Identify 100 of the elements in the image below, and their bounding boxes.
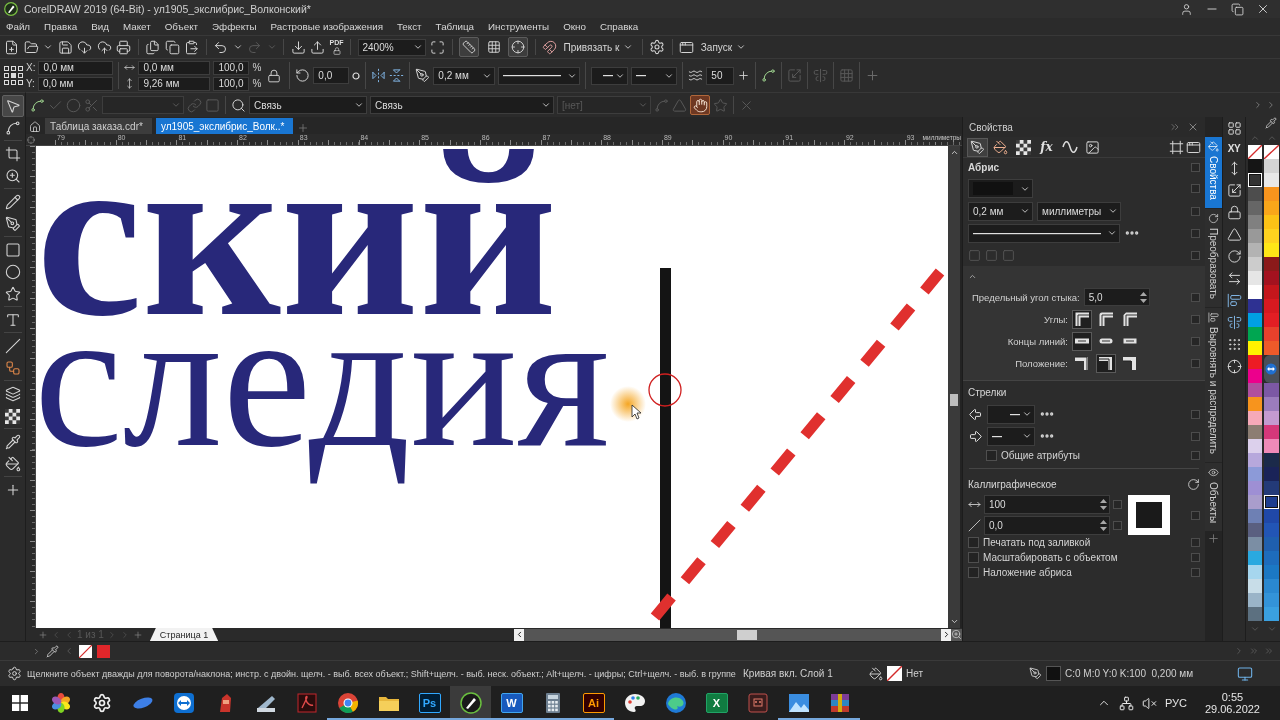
color-swatch[interactable] (1263, 579, 1279, 593)
canvas-text[interactable]: ский (36, 149, 558, 317)
color-swatch[interactable] (1263, 593, 1279, 607)
mirror-vertical-icon[interactable] (389, 68, 405, 83)
clipboard-arrow-icon[interactable] (184, 39, 199, 55)
launch-dropdown[interactable]: Запуск (698, 41, 749, 53)
color-swatch[interactable] (1263, 299, 1279, 313)
menu-item[interactable]: Растровые изображения (263, 21, 390, 32)
color-swatch[interactable] (1247, 509, 1262, 523)
resize-arrow-icon[interactable] (1226, 183, 1242, 198)
angle-checkbox[interactable] (1113, 521, 1122, 530)
stretch-checkbox[interactable] (1113, 500, 1122, 509)
start-arrow-combo[interactable] (591, 66, 629, 85)
cloud-upload-icon[interactable] (96, 39, 112, 55)
checkbox[interactable] (968, 537, 979, 548)
caret-icon[interactable] (354, 100, 364, 110)
color-swatch[interactable] (1263, 551, 1279, 565)
color-swatch[interactable] (1247, 327, 1262, 341)
color-swatch[interactable] (1247, 355, 1262, 369)
caret-icon[interactable] (1108, 206, 1118, 216)
units-combo[interactable]: миллиметры (1037, 201, 1121, 221)
folder-icon[interactable] (23, 39, 39, 55)
outline-swatch[interactable] (1046, 666, 1061, 681)
color-swatch[interactable] (1263, 243, 1279, 257)
no-color-swatch[interactable] (1247, 145, 1262, 159)
circular-arrow-icon[interactable] (1187, 477, 1200, 491)
cloud-download-icon[interactable] (77, 39, 92, 55)
outline-color-combo[interactable] (968, 179, 1033, 198)
side-checkbox[interactable] (1191, 250, 1200, 260)
outline-width-combo[interactable]: 0,2 мм (968, 201, 1033, 221)
document-tab[interactable]: Таблица заказа.cdr* (45, 118, 152, 134)
panel-tab[interactable] (967, 137, 988, 157)
color-swatch[interactable] (1247, 467, 1262, 481)
color-swatch[interactable] (1247, 299, 1262, 313)
close-icon[interactable] (1256, 2, 1270, 16)
four-squares-icon[interactable] (1226, 121, 1242, 136)
checkbox[interactable] (968, 567, 979, 578)
chevron-up-icon[interactable] (949, 148, 959, 157)
save-icon[interactable] (57, 39, 73, 55)
menu-item[interactable]: Инструменты (481, 21, 557, 32)
color-swatch[interactable] (1247, 523, 1262, 537)
magnet-icon[interactable] (542, 39, 557, 55)
side-checkbox[interactable] (1191, 228, 1200, 238)
option-button[interactable] (1072, 331, 1092, 351)
docker-tab[interactable]: Объекты (1205, 462, 1222, 532)
side-checkbox[interactable] (1191, 358, 1200, 368)
width-input[interactable]: 0,0 мм (138, 60, 211, 75)
window-icon[interactable] (679, 39, 695, 55)
menu-item[interactable]: Правка (37, 21, 85, 32)
frame-icon[interactable] (1169, 139, 1184, 155)
color-swatch[interactable] (1247, 551, 1262, 565)
side-checkbox[interactable] (1191, 292, 1200, 302)
color-swatch[interactable] (1263, 285, 1279, 299)
home-icon[interactable] (28, 120, 41, 133)
plus-icon[interactable] (737, 69, 751, 82)
caret-icon[interactable] (43, 42, 53, 52)
side-checkbox[interactable] (1191, 538, 1200, 547)
caret-icon[interactable] (736, 42, 747, 52)
menu-item[interactable]: Файл (0, 21, 38, 32)
color-swatch[interactable] (1247, 425, 1262, 439)
side-checkbox[interactable] (1191, 568, 1200, 577)
color-swatch[interactable] (1247, 187, 1262, 201)
menu-item[interactable]: Окно (556, 21, 593, 32)
color-swatch[interactable] (1263, 467, 1279, 481)
restore-icon[interactable] (1231, 2, 1244, 16)
node-marker[interactable] (648, 373, 682, 407)
scroll-thumb[interactable] (737, 629, 758, 640)
two-arrows-icon[interactable] (1226, 271, 1242, 286)
color-swatch[interactable] (1247, 201, 1262, 215)
color-swatch[interactable] (1263, 523, 1279, 537)
color-swatch[interactable] (1247, 369, 1262, 383)
color-swatch[interactable] (1247, 383, 1262, 397)
line-style-combo[interactable] (968, 223, 1120, 243)
color-swatch[interactable] (1263, 495, 1279, 509)
panel-tab[interactable]: fx (1036, 137, 1057, 157)
canvas-text[interactable]: следия (36, 320, 610, 491)
scale-y-input[interactable]: 100,0 (213, 76, 250, 91)
outline-width-combo[interactable]: 0,2 мм (433, 66, 496, 85)
color-swatch[interactable] (1247, 537, 1262, 551)
tray-arrow-down-icon[interactable] (290, 39, 306, 55)
caret-icon[interactable] (541, 100, 551, 110)
curve-icon[interactable] (761, 68, 777, 83)
color-swatch[interactable] (1263, 271, 1279, 285)
tool-button[interactable] (1, 95, 24, 117)
color-swatch[interactable] (1263, 439, 1279, 453)
stretch-input[interactable]: 100 (984, 495, 1110, 514)
caret-icon[interactable] (232, 42, 243, 52)
color-swatch[interactable] (1263, 327, 1279, 341)
caret-icon[interactable] (1022, 431, 1032, 441)
clock-time[interactable]: 0:55 (1221, 691, 1244, 703)
menu-item[interactable]: Таблица (428, 21, 482, 32)
mirror-horizontal-icon[interactable] (371, 68, 387, 83)
height-input[interactable]: 9,26 мм (138, 76, 211, 91)
vertical-scrollbar[interactable] (948, 146, 960, 628)
link-target-combo[interactable]: Связь (370, 96, 554, 114)
color-swatch[interactable] (1263, 565, 1279, 579)
horizontal-scrollbar[interactable] (514, 628, 962, 641)
color-swatch[interactable] (1247, 495, 1262, 509)
side-checkbox[interactable] (1191, 409, 1200, 419)
new-file-icon[interactable] (4, 39, 19, 55)
